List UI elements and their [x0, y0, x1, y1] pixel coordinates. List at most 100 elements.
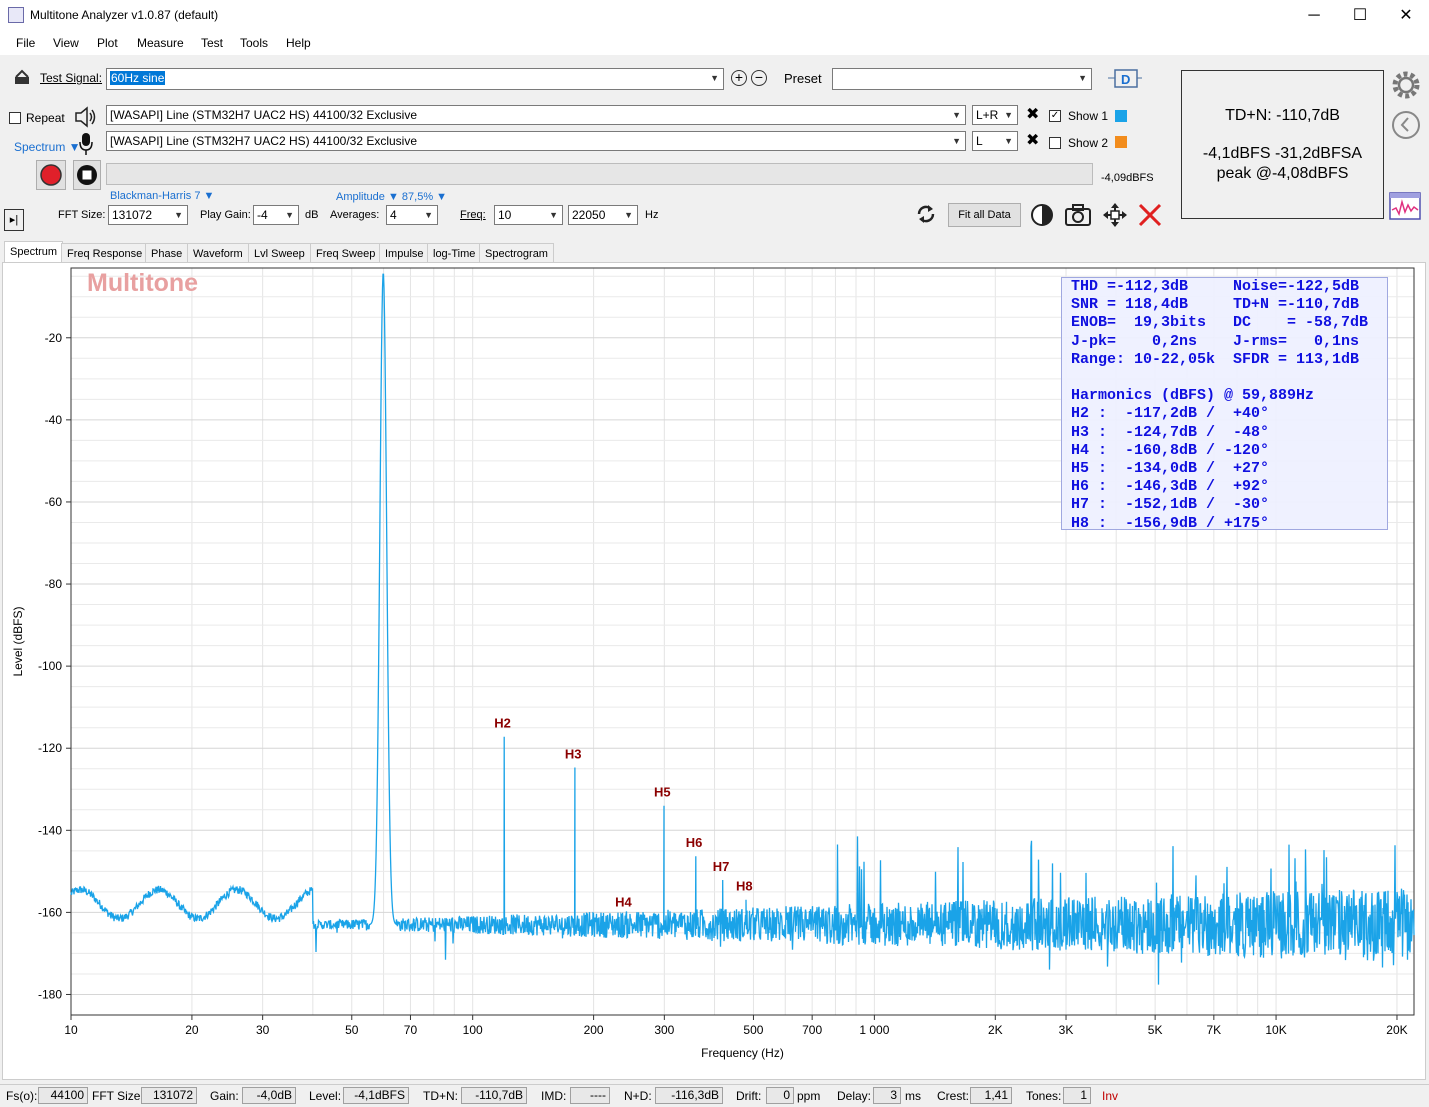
- close-button[interactable]: ✕: [1383, 0, 1429, 31]
- output-device-select[interactable]: [WASAPI] Line (STM32H7 UAC2 HS) 44100/32…: [106, 105, 966, 125]
- tab-log-time[interactable]: log-Time: [427, 243, 482, 263]
- test-signal-label: Test Signal:: [40, 71, 103, 85]
- mode-dropdown[interactable]: Spectrum ▼: [14, 140, 81, 154]
- stats-line: Harmonics (dBFS) @ 59,889Hz: [1071, 387, 1315, 405]
- chevron-down-icon: ▼: [1078, 73, 1087, 83]
- status-fft: 131072: [141, 1087, 197, 1104]
- repeat-checkbox[interactable]: [9, 112, 21, 124]
- add-signal-icon[interactable]: +: [731, 70, 747, 86]
- tab-impulse[interactable]: Impulse: [379, 243, 430, 263]
- freq-from-select[interactable]: 10 ▼: [494, 205, 563, 225]
- camera-icon[interactable]: [1064, 203, 1092, 227]
- menu-help[interactable]: Help: [286, 36, 311, 50]
- stats-line: ENOB= 19,3bits DC = -58,7dB: [1071, 314, 1369, 332]
- tab-spectrum[interactable]: Spectrum: [4, 241, 64, 263]
- play-gain-label: Play Gain:: [200, 209, 251, 221]
- show2-color-swatch[interactable]: [1115, 136, 1127, 148]
- menu-measure[interactable]: Measure: [137, 36, 184, 50]
- x-tick-label: 20: [185, 1023, 199, 1037]
- summary-level: -4,1dBFS -31,2dBFSA: [1202, 145, 1363, 162]
- move-icon[interactable]: [1102, 202, 1128, 228]
- test-signal-select[interactable]: 60Hz sine ▼: [106, 68, 724, 90]
- status-tdn: -110,7dB: [461, 1087, 527, 1104]
- test-signal-icon[interactable]: [14, 69, 32, 85]
- microphone-icon[interactable]: [78, 131, 94, 157]
- tab-phase[interactable]: Phase: [145, 243, 189, 263]
- menu-plot[interactable]: Plot: [97, 36, 118, 50]
- summary-panel: TD+N: -110,7dB -4,1dBFS -31,2dBFSA peak …: [1181, 70, 1384, 219]
- x-tick-label: 10K: [1265, 1023, 1286, 1037]
- refresh-icon[interactable]: [914, 202, 938, 226]
- minimize-button[interactable]: ─: [1291, 0, 1337, 31]
- stats-line: H3 : -124,7dB / -48°: [1071, 423, 1270, 441]
- input-tools-icon[interactable]: ✖: [1026, 132, 1044, 150]
- status-fft-label: FFT Size:: [92, 1089, 144, 1103]
- stop-button[interactable]: [73, 160, 101, 190]
- input-channel-select[interactable]: L ▼: [972, 131, 1018, 151]
- preset-select[interactable]: ▼: [832, 68, 1092, 90]
- contrast-icon[interactable]: [1030, 203, 1054, 227]
- status-gain-label: Gain:: [210, 1089, 239, 1103]
- window-function-dropdown[interactable]: Blackman-Harris 7 ▼: [110, 190, 214, 202]
- clear-icon[interactable]: [1137, 202, 1163, 228]
- menu-bar: File View Plot Measure Test Tools Help: [0, 31, 1429, 55]
- tab-spectrogram[interactable]: Spectrogram: [479, 243, 554, 263]
- output-tools-icon[interactable]: ✖: [1026, 106, 1044, 124]
- remove-signal-icon[interactable]: −: [751, 70, 767, 86]
- chevron-down-icon: ▼: [952, 110, 961, 120]
- record-icon: [40, 164, 62, 186]
- menu-test[interactable]: Test: [201, 36, 223, 50]
- record-button[interactable]: [36, 160, 66, 190]
- history-icon[interactable]: [1390, 109, 1422, 141]
- show2-checkbox[interactable]: [1049, 137, 1061, 149]
- x-tick-label: 70: [404, 1023, 418, 1037]
- fit-all-data-button[interactable]: Fit all Data: [948, 203, 1021, 227]
- menu-view[interactable]: View: [53, 36, 79, 50]
- stats-line: H7 : -152,1dB / -30°: [1071, 496, 1270, 514]
- freq-label: Freq:: [460, 209, 486, 221]
- menu-tools[interactable]: Tools: [240, 36, 268, 50]
- tab-lvl-sweep[interactable]: Lvl Sweep: [248, 243, 311, 263]
- y-tick-label: -160: [38, 905, 62, 919]
- status-inv[interactable]: Inv: [1102, 1089, 1118, 1103]
- tab-freq-response[interactable]: Freq Response: [61, 243, 149, 263]
- chevron-down-icon: ▼: [285, 210, 294, 220]
- x-tick-label: 20K: [1386, 1023, 1407, 1037]
- averages-label: Averages:: [330, 209, 380, 221]
- device-config-icon[interactable]: D: [1106, 67, 1142, 91]
- x-tick-label: 7K: [1206, 1023, 1221, 1037]
- tab-waveform[interactable]: Waveform: [187, 243, 249, 263]
- averages-select[interactable]: 4 ▼: [386, 205, 438, 225]
- output-channel-select[interactable]: L+R ▼: [972, 105, 1018, 125]
- show1-checkbox[interactable]: ✓: [1049, 110, 1061, 122]
- x-tick-label: 200: [584, 1023, 604, 1037]
- x-axis-label: Frequency (Hz): [701, 1046, 784, 1060]
- plot-area[interactable]: H2 H3 H4 H5 H6 H7 H8 10 20 30 50 70 100 200 300 500 700 1…: [2, 262, 1426, 1080]
- menu-file[interactable]: File: [16, 36, 35, 50]
- y-tick-label: -60: [45, 495, 63, 509]
- play-gain-select[interactable]: -4 ▼: [253, 205, 299, 225]
- status-nd: -116,3dB: [655, 1087, 723, 1104]
- show1-color-swatch[interactable]: [1115, 110, 1127, 122]
- maximize-button[interactable]: ☐: [1337, 0, 1383, 31]
- freq-to-select[interactable]: 22050 ▼: [568, 205, 638, 225]
- fft-size-select[interactable]: 131072 ▼: [108, 205, 188, 225]
- spectrum-view-icon[interactable]: [1389, 192, 1421, 220]
- input-device-select[interactable]: [WASAPI] Line (STM32H7 UAC2 HS) 44100/32…: [106, 131, 966, 151]
- stats-line: Range: 10-22,05k SFDR = 113,1dB: [1071, 350, 1360, 368]
- stats-line: J-pk= 0,2ns J-rms= 0,1ns: [1071, 332, 1360, 350]
- watermark: Multitone: [87, 269, 199, 297]
- tab-freq-sweep[interactable]: Freq Sweep: [310, 243, 382, 263]
- status-tones: 1: [1063, 1087, 1091, 1104]
- freq-unit: Hz: [645, 209, 659, 221]
- status-drift: 0: [766, 1087, 794, 1104]
- stats-text: THD =-112,3dB Noise=-122,5dB SNR = 118,4d…: [1071, 278, 1387, 533]
- input-channel-value: L: [976, 134, 983, 148]
- amplitude-dropdown[interactable]: Amplitude ▼ 87,5% ▼: [336, 191, 447, 203]
- tab-strip: Spectrum Freq Response Phase Waveform Lv…: [0, 241, 1429, 263]
- x-tick-label: 5K: [1148, 1023, 1163, 1037]
- speaker-icon[interactable]: [73, 104, 99, 130]
- chevron-down-icon: ▼: [1004, 110, 1013, 120]
- sidebar-toggle-icon[interactable]: ▸|: [4, 209, 24, 231]
- settings-gear-icon[interactable]: [1390, 69, 1422, 101]
